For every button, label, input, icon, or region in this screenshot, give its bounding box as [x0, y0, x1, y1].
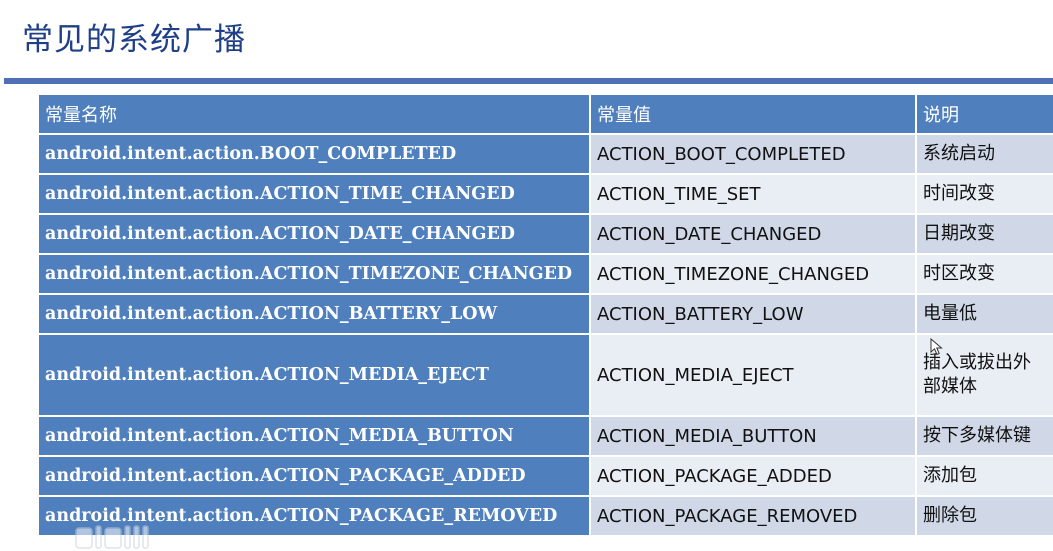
table-row: android.intent.action.ACTION_MEDIA_BUTTO… [37, 415, 1053, 457]
description-cell: 时间改变 [915, 173, 1053, 215]
description-cell: 时区改变 [915, 253, 1053, 295]
constant-value-cell: ACTION_MEDIA_BUTTON [589, 415, 917, 457]
constant-value-cell: ACTION_BATTERY_LOW [589, 293, 917, 335]
description-cell: 删除包 [915, 495, 1053, 537]
description-cell: 电量低 [915, 293, 1053, 335]
constant-name-cell: android.intent.action.ACTION_TIMEZONE_CH… [37, 253, 591, 295]
description-cell: 按下多媒体键 [915, 415, 1053, 457]
title-divider [4, 78, 1053, 84]
constant-name-cell: android.intent.action.ACTION_TIME_CHANGE… [37, 173, 591, 215]
description-cell: 添加包 [915, 455, 1053, 497]
constant-value-cell: ACTION_TIMEZONE_CHANGED [589, 253, 917, 295]
constant-value-cell: ACTION_PACKAGE_REMOVED [589, 495, 917, 537]
constant-value-cell: ACTION_DATE_CHANGED [589, 213, 917, 255]
constant-value-cell: ACTION_BOOT_COMPLETED [589, 133, 917, 175]
table-row: android.intent.action.ACTION_TIMEZONE_CH… [37, 253, 1053, 295]
mouse-pointer-icon [930, 338, 943, 356]
description-cell: 系统启动 [915, 133, 1053, 175]
table-row: android.intent.action.BOOT_COMPLETED ACT… [37, 133, 1053, 175]
constant-name-cell: android.intent.action.ACTION_MEDIA_BUTTO… [37, 415, 591, 457]
constant-value-cell: ACTION_TIME_SET [589, 173, 917, 215]
table-header-row: 常量名称 常量值 说明 [37, 93, 1053, 135]
constant-name-cell: android.intent.action.ACTION_DATE_CHANGE… [37, 213, 591, 255]
table-row: android.intent.action.ACTION_PACKAGE_REM… [37, 495, 1053, 537]
table-row: android.intent.action.ACTION_BATTERY_LOW… [37, 293, 1053, 335]
description-cell: 日期改变 [915, 213, 1053, 255]
constant-name-cell: android.intent.action.ACTION_PACKAGE_ADD… [37, 455, 591, 497]
constant-value-cell: ACTION_PACKAGE_ADDED [589, 455, 917, 497]
broadcast-table: 常量名称 常量值 说明 android.intent.action.BOOT_C… [37, 93, 1053, 537]
header-constant-value: 常量值 [589, 93, 917, 135]
header-constant-name: 常量名称 [37, 93, 591, 135]
constant-name-cell: android.intent.action.BOOT_COMPLETED [37, 133, 591, 175]
table-row: android.intent.action.ACTION_PACKAGE_ADD… [37, 455, 1053, 497]
constant-name-cell: android.intent.action.ACTION_MEDIA_EJECT [37, 333, 591, 417]
page-title: 常见的系统广播 [22, 22, 246, 58]
constant-name-cell: android.intent.action.ACTION_BATTERY_LOW [37, 293, 591, 335]
constant-value-cell: ACTION_MEDIA_EJECT [589, 333, 917, 417]
bilibili-logo-icon [75, 525, 149, 549]
table-row: android.intent.action.ACTION_TIME_CHANGE… [37, 173, 1053, 215]
slide-page: 常见的系统广播 常量名称 常量值 说明 android.intent.actio… [0, 0, 1053, 551]
table-row: android.intent.action.ACTION_DATE_CHANGE… [37, 213, 1053, 255]
table-row: android.intent.action.ACTION_MEDIA_EJECT… [37, 333, 1053, 417]
header-description: 说明 [915, 93, 1053, 135]
